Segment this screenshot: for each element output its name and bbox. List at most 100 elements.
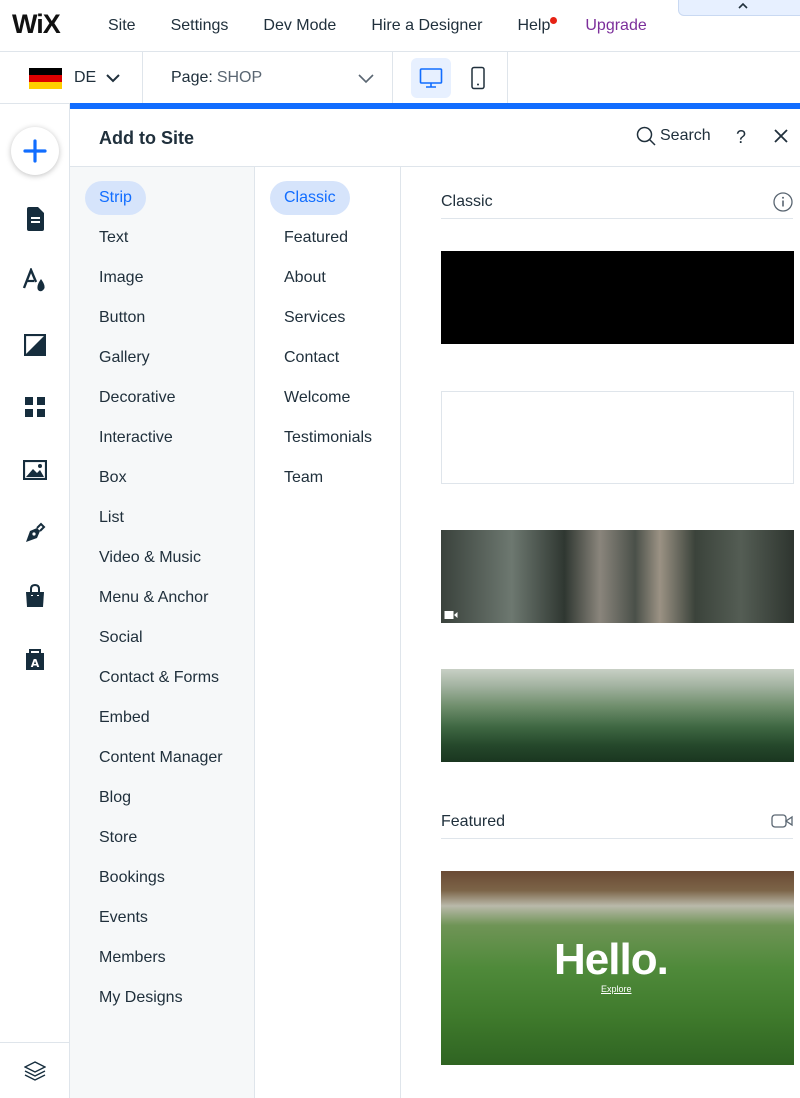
search-label: Search (660, 127, 711, 144)
close-button[interactable] (773, 128, 789, 149)
category-social[interactable]: Social (85, 621, 157, 655)
strip-thumbnail-hello[interactable]: Hello. Explore (441, 871, 794, 1065)
editor-toolbar: DE Page: SHOP (0, 52, 800, 104)
category-image[interactable]: Image (85, 261, 157, 295)
category-interactive[interactable]: Interactive (85, 421, 187, 455)
category-strip[interactable]: Strip (85, 181, 146, 215)
pages-button[interactable] (22, 206, 48, 232)
left-rail: A (0, 104, 70, 1098)
subcategory-welcome[interactable]: Welcome (270, 381, 364, 415)
category-store[interactable]: Store (85, 821, 151, 855)
strip-thumbnail-mountains[interactable] (441, 669, 794, 762)
nav-help-label: Help (517, 17, 551, 34)
nav-upgrade[interactable]: Upgrade (585, 17, 646, 35)
nav-help[interactable]: Help (517, 17, 558, 35)
add-elements-button[interactable] (11, 127, 59, 175)
layers-button[interactable] (0, 1042, 70, 1098)
category-members[interactable]: Members (85, 941, 180, 975)
media-icon (23, 460, 47, 480)
category-list: Strip Text Image Button Gallery Decorati… (70, 167, 255, 1098)
category-video-music[interactable]: Video & Music (85, 541, 215, 575)
section-header-classic: Classic (441, 185, 793, 219)
collapse-topbar-button[interactable] (678, 0, 800, 16)
blog-button[interactable] (22, 520, 48, 546)
strip-thumbnail-black[interactable] (441, 251, 794, 344)
category-decorative[interactable]: Decorative (85, 381, 189, 415)
subcategory-list: Classic Featured About Services Contact … (255, 167, 401, 1098)
category-text[interactable]: Text (85, 221, 142, 255)
chevron-down-icon (358, 74, 374, 84)
help-button[interactable]: ? (736, 127, 746, 148)
section-title: Featured (441, 813, 506, 830)
store-button[interactable] (22, 583, 48, 609)
page-selector[interactable]: Page: SHOP (143, 52, 393, 104)
page-value: SHOP (216, 69, 263, 86)
strip-preview-list: Classic Featured Hello. Explore (401, 167, 800, 1098)
subcategory-about[interactable]: About (270, 261, 340, 295)
apps-button[interactable] (22, 394, 48, 420)
video-icon (771, 814, 793, 828)
category-embed[interactable]: Embed (85, 701, 164, 735)
info-icon[interactable] (773, 192, 793, 212)
background-icon (24, 334, 46, 356)
category-events[interactable]: Events (85, 901, 162, 935)
background-button[interactable] (22, 332, 48, 358)
pages-icon (27, 207, 44, 231)
category-list[interactable]: List (85, 501, 138, 535)
page-label: Page: (171, 69, 213, 86)
store-bag-icon (26, 584, 44, 607)
category-button[interactable]: Button (85, 301, 159, 335)
strip-thumbnail-forest[interactable] (441, 530, 794, 623)
apps-icon (25, 397, 45, 417)
language-selector[interactable]: DE (0, 52, 143, 104)
subcategory-team[interactable]: Team (270, 461, 337, 495)
chevron-down-icon (106, 74, 120, 83)
thumbnail-link: Explore (601, 984, 632, 994)
layers-icon (24, 1060, 46, 1081)
strip-thumbnail-white[interactable] (441, 391, 794, 484)
subcategory-services[interactable]: Services (270, 301, 359, 335)
mobile-icon (471, 66, 485, 90)
media-button[interactable] (22, 457, 48, 483)
thumbnail-headline: Hello. (554, 935, 669, 984)
nav-settings[interactable]: Settings (171, 17, 229, 35)
category-box[interactable]: Box (85, 461, 141, 495)
category-content-manager[interactable]: Content Manager (85, 741, 237, 775)
search-button[interactable]: Search (636, 126, 711, 146)
subcategory-classic[interactable]: Classic (270, 181, 350, 215)
section-title: Classic (441, 193, 493, 210)
video-icon (444, 611, 458, 619)
theme-icon (22, 268, 45, 292)
subcategory-testimonials[interactable]: Testimonials (270, 421, 386, 455)
category-menu-anchor[interactable]: Menu & Anchor (85, 581, 222, 615)
desktop-icon (419, 68, 443, 88)
nav-dev-mode[interactable]: Dev Mode (263, 17, 336, 35)
section-header-featured: Featured (441, 805, 793, 839)
close-icon (774, 129, 788, 143)
subcategory-featured[interactable]: Featured (270, 221, 362, 255)
language-code: DE (74, 69, 97, 86)
add-to-site-panel: Add to Site Search ? Strip Text Image Bu… (70, 109, 800, 1098)
category-gallery[interactable]: Gallery (85, 341, 164, 375)
category-contact-forms[interactable]: Contact & Forms (85, 661, 233, 695)
theme-button[interactable] (22, 268, 48, 294)
wix-logo[interactable]: WiX (12, 9, 61, 40)
svg-text:A: A (31, 657, 40, 670)
portfolio-button[interactable]: A (22, 646, 48, 672)
category-blog[interactable]: Blog (85, 781, 145, 815)
subcategory-contact[interactable]: Contact (270, 341, 353, 375)
top-bar: WiX Site Settings Dev Mode Hire a Design… (0, 0, 800, 52)
category-bookings[interactable]: Bookings (85, 861, 179, 895)
nav-hire-designer[interactable]: Hire a Designer (371, 17, 482, 35)
search-icon (636, 126, 656, 146)
portfolio-icon: A (26, 649, 44, 670)
panel-header: Add to Site Search ? (70, 109, 800, 167)
panel-title: Add to Site (99, 128, 194, 148)
nav-site[interactable]: Site (108, 17, 136, 35)
desktop-view-button[interactable] (411, 58, 451, 98)
mobile-view-button[interactable] (463, 58, 493, 98)
plus-icon (23, 139, 47, 163)
category-my-designs[interactable]: My Designs (85, 981, 197, 1015)
blog-pen-icon (26, 522, 46, 542)
notification-dot (550, 17, 558, 24)
